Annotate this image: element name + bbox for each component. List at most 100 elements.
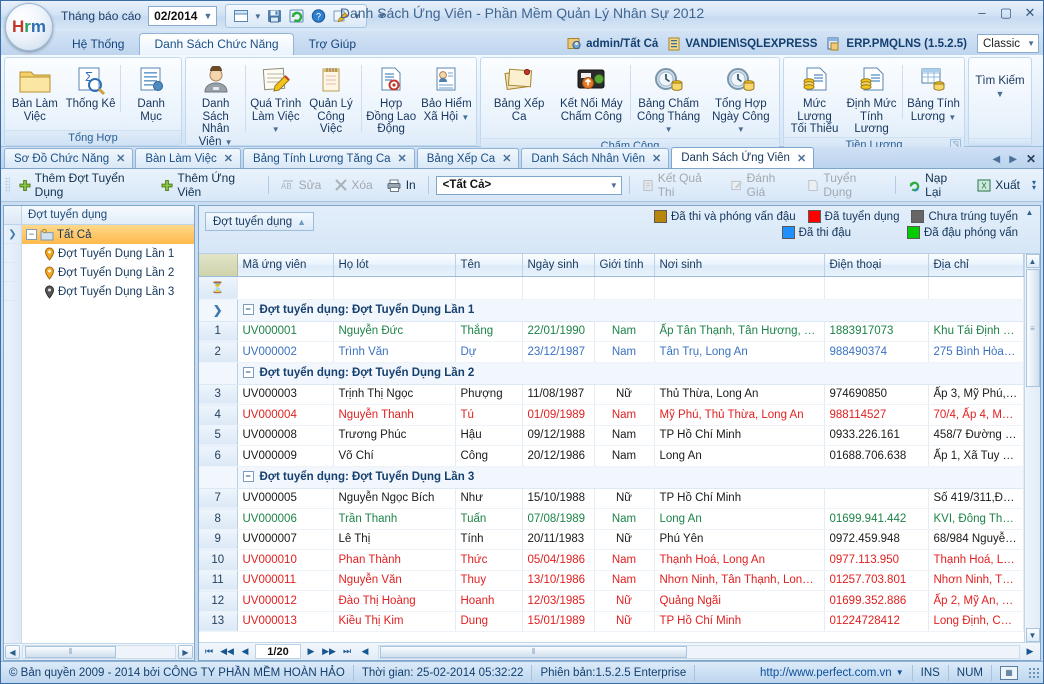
cell-ho-lot[interactable]: Lê Thị [333,529,455,550]
cell-ma-ung-vien[interactable]: UV000013 [237,611,333,632]
scroll-right-icon[interactable]: ▶ [178,645,193,659]
report-month-combo[interactable]: 02/2014 ▼ [148,6,217,26]
delete-button[interactable]: Xóa [330,176,377,194]
close-button[interactable]: ✕ [1023,5,1037,21]
filter-cell[interactable] [237,276,333,299]
column-header-ngay-sinh[interactable]: Ngày sinh [522,254,594,276]
page-indicator[interactable]: 1/20 [255,644,301,659]
scroll-thumb[interactable]: ≡ [1026,269,1040,387]
cell-gioi-tinh[interactable]: Nam [594,446,654,467]
edit-icon[interactable] [330,6,350,26]
cell-ho-lot[interactable]: Trịnh Thị Ngọc [333,384,455,405]
scroll-right-icon[interactable]: ▶ [1022,644,1038,659]
table-row[interactable]: 5 UV000008 Trương Phúc Hậu 09/12/1988 Na… [199,425,1024,446]
last-page-button[interactable]: ⏭ [339,644,355,659]
ribbon-tab-he-thong[interactable]: Hệ Thống [57,33,139,55]
calculator-button[interactable]: ▦ [992,664,1026,682]
cell-ma-ung-vien[interactable]: UV000010 [237,550,333,571]
filter-cell[interactable] [522,276,594,299]
add-candidate-button[interactable]: Thêm Ứng Viên [156,169,260,201]
cell-dien-thoai[interactable]: 01699.941.442 [824,509,928,530]
cell-ten[interactable]: Tính [455,529,522,550]
prev-page-button[interactable]: ◀ [237,644,253,659]
filter-cell[interactable] [594,276,654,299]
cell-noi-sinh[interactable]: Nhơn Ninh, Tân Thạnh, Lon… [654,570,824,591]
table-row[interactable]: 7 UV000005 Nguyễn Ngọc Bích Như 15/10/19… [199,488,1024,509]
cell-dia-chi[interactable]: Nhơn Ninh, Tân Thạnh, Lon [928,570,1024,591]
customize-qat-icon[interactable]: ⏷ [377,11,386,22]
cell-dien-thoai[interactable]: 988490374 [824,342,928,363]
doc-tab-so-do-chuc-nang[interactable]: Sơ Đồ Chức Năng ✕ [4,148,133,168]
chevron-down-icon[interactable]: ▼ [253,12,262,21]
table-row[interactable]: 9 UV000007 Lê Thị Tính 20/11/1983 Nữ Phú… [199,529,1024,550]
cell-noi-sinh[interactable]: TP Hồ Chí Minh [654,425,824,446]
table-row[interactable]: 13 UV000013 Kiều Thị Kim Dung 15/01/1989… [199,611,1024,632]
cell-gioi-tinh[interactable]: Nữ [594,488,654,509]
ribbon-button-dinh-muc-tinh-luong[interactable]: Định Mức Tính Lương [843,61,900,137]
tree-node-tat-ca[interactable]: − Tất Cả [22,225,194,244]
cell-ho-lot[interactable]: Trương Phúc [333,425,455,446]
cell-noi-sinh[interactable]: TP Hồ Chí Minh [654,611,824,632]
grid-vertical-scrollbar[interactable]: ▲ ≡ ▼ [1024,254,1040,642]
cell-ten[interactable]: Dự [455,342,522,363]
table-row[interactable]: 8 UV000006 Trần Thanh Tuấn 07/08/1989 Na… [199,509,1024,530]
cell-noi-sinh[interactable]: Mỹ Phú, Thủ Thừa, Long An [654,405,824,426]
cell-ngay-sinh[interactable]: 11/08/1987 [522,384,594,405]
cell-ma-ung-vien[interactable]: UV000008 [237,425,333,446]
cell-dia-chi[interactable]: Ấp 3, Mỹ Phú, Thủ Thừa, L [928,384,1024,405]
doc-tab-ban-lam-viec[interactable]: Bàn Làm Việc ✕ [135,148,241,168]
cell-gioi-tinh[interactable]: Nam [594,321,654,342]
column-header-ho-lot[interactable]: Họ lót [333,254,455,276]
cell-dia-chi[interactable]: 275 Bình Hòa, Bình Trị Đôn [928,342,1024,363]
cell-dien-thoai[interactable]: 01224728412 [824,611,928,632]
save-icon[interactable] [264,6,284,26]
minimize-button[interactable]: – [975,5,989,21]
cell-dien-thoai[interactable]: 01699.352.886 [824,591,928,612]
ribbon-button-bao-hiem-xa-hoi[interactable]: Bảo Hiểm Xã Hội ▼ [419,61,474,127]
cell-gioi-tinh[interactable]: Nữ [594,529,654,550]
group-row[interactable]: −Đợt tuyển dụng: Đợt Tuyển Dụng Lần 3 [199,466,1024,488]
cell-ngay-sinh[interactable]: 07/08/1989 [522,509,594,530]
group-row-label-cell[interactable]: −Đợt tuyển dụng: Đợt Tuyển Dụng Lần 1 [237,299,1024,321]
cell-ten[interactable]: Công [455,446,522,467]
close-icon[interactable]: ✕ [652,152,661,165]
cell-ten[interactable]: Hoanh [455,591,522,612]
cell-dien-thoai[interactable]: 988114527 [824,405,928,426]
cell-noi-sinh[interactable]: Quảng Ngãi [654,591,824,612]
column-header-dien-thoai[interactable]: Điện thoại [824,254,928,276]
cell-gioi-tinh[interactable]: Nữ [594,591,654,612]
chevron-down-icon[interactable]: ▼ [352,12,361,21]
current-user[interactable]: admin/Tất Cả [567,37,658,51]
cell-ngay-sinh[interactable]: 20/12/1986 [522,446,594,467]
cell-gioi-tinh[interactable]: Nam [594,570,654,591]
cell-dien-thoai[interactable] [824,488,928,509]
filter-icon[interactable]: ⏳ [199,276,237,299]
doc-tab-bang-tinh-luong-tang-ca[interactable]: Bảng Tính Lương Tăng Ca ✕ [243,148,415,168]
cell-dien-thoai[interactable]: 0972.459.948 [824,529,928,550]
cell-ngay-sinh[interactable]: 22/01/1990 [522,321,594,342]
app-logo[interactable]: Hrm [5,3,53,51]
ribbon-button-muc-luong-toi-thieu[interactable]: Mức Lương Tối Thiểu [786,61,843,137]
ribbon-button-tim-kiem[interactable]: Tìm Kiếm ▼ [971,72,1029,138]
column-header-ten[interactable]: Tên [455,254,522,276]
table-row[interactable]: 3 UV000003 Trịnh Thị Ngọc Phượng 11/08/1… [199,384,1024,405]
cell-dien-thoai[interactable]: 0977.113.950 [824,550,928,571]
cell-gioi-tinh[interactable]: Nam [594,509,654,530]
edit-button[interactable]: AB Sửa [276,176,327,194]
recruit-button[interactable]: Tuyển Dụng [802,169,888,201]
toolbar-overflow[interactable]: ▾▾ [1029,180,1039,190]
cell-ho-lot[interactable]: Nguyễn Ngọc Bích [333,488,455,509]
cell-gioi-tinh[interactable]: Nam [594,342,654,363]
next-tab-icon[interactable]: ▶ [1009,154,1017,165]
new-document-icon[interactable] [231,6,251,26]
export-button[interactable]: X Xuất [972,176,1025,194]
ribbon-button-qua-trinh-lam-viec[interactable]: Quá Trình Làm Việc ▼ [248,61,303,138]
cell-ho-lot[interactable]: Võ Chí [333,446,455,467]
doc-tab-bang-xep-ca[interactable]: Bảng Xếp Ca ✕ [417,148,520,168]
tree-horizontal-scrollbar[interactable]: ◀ ⦀ ▶ [4,643,194,660]
cell-ten[interactable]: Thuy [455,570,522,591]
table-row[interactable]: 12 UV000012 Đào Thị Hoàng Hoanh 12/03/19… [199,591,1024,612]
column-header-ma-ung-vien[interactable]: Mã ứng viên [237,254,333,276]
ribbon-button-bang-tinh-luong[interactable]: Bảng Tính Lương ▼ [905,61,962,127]
column-header-noi-sinh[interactable]: Nơi sinh [654,254,824,276]
